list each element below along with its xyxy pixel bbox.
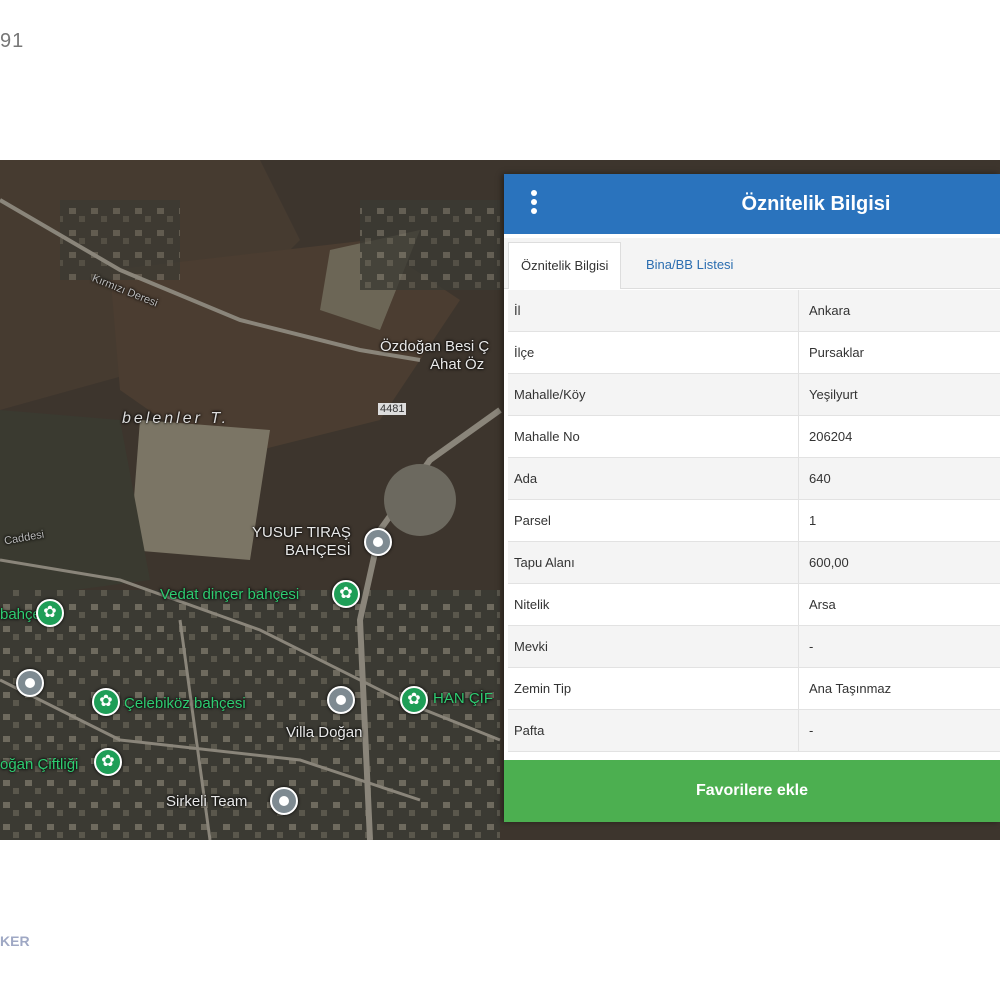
table-row: Parsel 1 [508, 499, 1000, 542]
map-pin-vedat[interactable] [332, 580, 360, 608]
map-label-yusuf: YUSUF TIRAŞ [252, 524, 351, 541]
row-key: Mahalle/Köy [508, 373, 799, 416]
table-row: Ada 640 [508, 457, 1000, 500]
row-key: Mevki [508, 625, 799, 668]
map-label-sirkeli: Sirkeli Team [166, 793, 248, 810]
map-pin-han[interactable] [400, 686, 428, 714]
row-value: Ana Taşınmaz [798, 667, 1000, 710]
row-key: İl [508, 290, 799, 332]
row-key: Zemin Tip [508, 667, 799, 710]
table-row: Tapu Alanı 600,00 [508, 541, 1000, 584]
panel-header: Öznitelik Bilgisi [504, 174, 1000, 234]
row-key: İlçe [508, 331, 799, 374]
map-pin-yusuf[interactable] [364, 528, 392, 556]
row-key: Nitelik [508, 583, 799, 626]
row-key: Ada [508, 457, 799, 500]
map-label-bahcesi: BAHÇESİ [285, 542, 351, 559]
map-label-belenler: belenler T. [122, 410, 230, 427]
row-value: Pursaklar [798, 331, 1000, 374]
table-row: Zemin Tip Ana Taşınmaz [508, 667, 1000, 710]
row-value: 600,00 [798, 541, 1000, 584]
panel-tabs: Öznitelik Bilgisi Bina/BB Listesi [504, 238, 1000, 289]
map-pin-sirkeli[interactable] [270, 787, 298, 815]
map-pin-villa[interactable] [327, 686, 355, 714]
row-value: Yeşilyurt [798, 373, 1000, 416]
footer-text: KER [0, 933, 30, 949]
map-label-han: HAN ÇİF [433, 690, 493, 707]
panel-title: Öznitelik Bilgisi [741, 193, 891, 215]
row-value: - [798, 709, 1000, 752]
table-row: Mevki - [508, 625, 1000, 668]
row-key: Tapu Alanı [508, 541, 799, 584]
map-label-dogan: oğan Çiftliği [0, 756, 79, 773]
row-value: Ankara [798, 290, 1000, 332]
row-value: Arsa [798, 583, 1000, 626]
table-row: Pafta - [508, 709, 1000, 752]
map-pin-sol-bahce[interactable] [36, 599, 64, 627]
row-value: 1 [798, 499, 1000, 542]
header-number: 91 [0, 30, 25, 52]
map-label-road-number: 4481 [378, 403, 407, 415]
tab-attribute-info[interactable]: Öznitelik Bilgisi [508, 242, 622, 289]
map-pin-celebi[interactable] [92, 688, 120, 716]
map-label-ahat: Ahat Öz [430, 356, 485, 373]
table-row: Mahalle/Köy Yeşilyurt [508, 373, 1000, 416]
map-pin-dogan[interactable] [94, 748, 122, 776]
table-row: İlçe Pursaklar [508, 331, 1000, 374]
map-label-vedat: Vedat dinçer bahçesi [160, 586, 300, 603]
map-label-celebi: Çelebiköz bahçesi [124, 695, 246, 712]
table-row: Mahalle No 206204 [508, 415, 1000, 458]
attribute-panel: Öznitelik Bilgisi Öznitelik Bilgisi Bina… [504, 174, 1000, 822]
row-key: Parsel [508, 499, 799, 542]
map-label-villa: Villa Doğan [286, 724, 363, 741]
row-value: - [798, 625, 1000, 668]
row-key: Pafta [508, 709, 799, 752]
map-pin-left[interactable] [16, 669, 44, 697]
attribute-table: İl Ankara İlçe Pursaklar Mahalle/Köy Yeşily… [508, 290, 1000, 752]
row-value: 206204 [798, 415, 1000, 458]
row-value: 640 [798, 457, 1000, 500]
tab-building-list[interactable]: Bina/BB Listesi [634, 242, 745, 288]
add-to-favorites-button[interactable]: Favorilere ekle [504, 760, 1000, 822]
table-row: İl Ankara [508, 290, 1000, 332]
map-label-ozdogan: Özdoğan Besi Ç [380, 338, 490, 355]
table-row: Nitelik Arsa [508, 583, 1000, 626]
row-key: Mahalle No [508, 415, 799, 458]
